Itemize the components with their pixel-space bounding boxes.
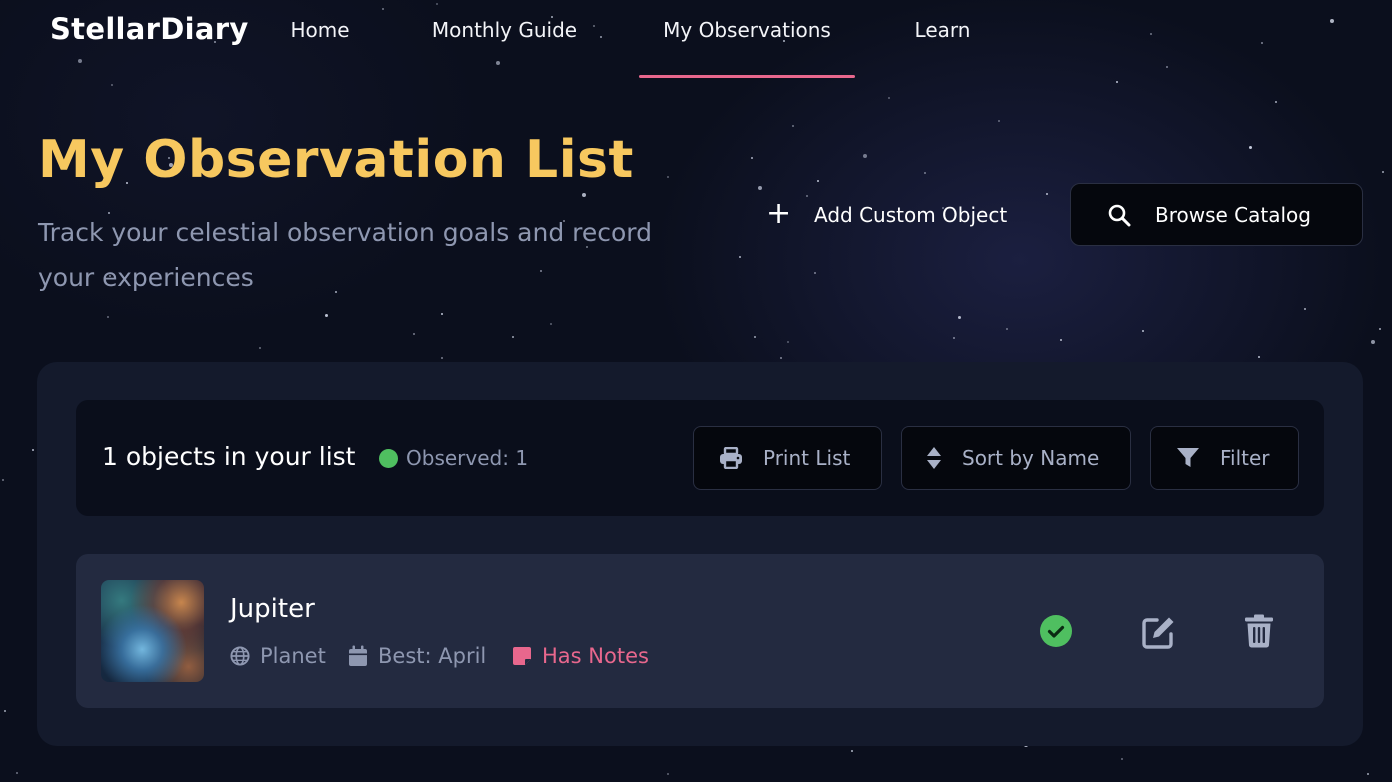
star [4, 710, 6, 712]
trash-icon [1245, 614, 1273, 648]
star [817, 180, 819, 182]
object-type: Planet [230, 644, 326, 668]
plus-icon: + [766, 196, 792, 231]
star [1046, 193, 1048, 195]
star [413, 333, 415, 335]
star [780, 357, 782, 359]
star [1121, 758, 1123, 760]
notes-indicator[interactable]: Has Notes [512, 644, 649, 668]
observed-count: Observed: 1 [379, 446, 528, 470]
page-subtitle: Track your celestial observation goals a… [38, 218, 653, 292]
check-circle-icon [1040, 615, 1072, 647]
nav-my-observations[interactable]: My Observations [639, 18, 855, 78]
star [441, 357, 443, 359]
object-count: 1 objects in your list [102, 442, 356, 471]
star [792, 125, 794, 127]
star [582, 193, 586, 197]
observed-status-dot [379, 448, 398, 468]
top-nav: StellarDiary Home Monthly Guide My Obser… [0, 0, 1392, 78]
star [111, 84, 113, 86]
star [32, 449, 34, 451]
star [1275, 101, 1277, 103]
star [512, 336, 514, 338]
object-type-label: Planet [260, 644, 326, 668]
star [863, 154, 867, 158]
star [441, 313, 443, 315]
star [1060, 339, 1062, 341]
star [851, 750, 853, 752]
logo[interactable]: StellarDiary [50, 12, 249, 46]
observation-list-panel: 1 objects in your list Observed: 1 Print… [37, 362, 1363, 746]
add-custom-object-label: Add Custom Object [814, 203, 1008, 227]
notes-label: Has Notes [542, 644, 649, 668]
star [1006, 328, 1008, 330]
best-month-label: Best: April [378, 644, 487, 668]
calendar-icon [349, 645, 367, 666]
mark-observed-button[interactable] [1040, 615, 1072, 652]
star [667, 773, 669, 775]
star [1304, 308, 1306, 310]
star [754, 336, 756, 338]
best-month: Best: April [348, 644, 486, 668]
star [888, 97, 890, 99]
globe-icon [230, 646, 250, 666]
star [814, 272, 816, 274]
page: StellarDiary Home Monthly Guide My Obser… [0, 0, 1392, 782]
search-icon [1108, 204, 1131, 226]
star [16, 772, 18, 774]
star [1142, 330, 1144, 332]
sort-by-name-button[interactable]: Sort by Name [901, 426, 1131, 490]
star [1116, 81, 1118, 83]
star [739, 256, 741, 258]
page-title: My Observation List [38, 130, 634, 190]
star [1382, 171, 1384, 173]
filter-label: Filter [1220, 446, 1270, 470]
observed-count-label: Observed: 1 [406, 446, 529, 470]
star [1258, 356, 1260, 358]
sort-by-name-label: Sort by Name [962, 446, 1100, 470]
print-list-button[interactable]: Print List [693, 426, 882, 490]
browse-catalog-button[interactable]: Browse Catalog [1070, 183, 1363, 246]
star [924, 172, 926, 174]
object-name: Jupiter [230, 594, 315, 624]
list-item[interactable]: Jupiter Planet Best: April Has Notes [76, 554, 1324, 708]
filter-button[interactable]: Filter [1150, 426, 1299, 490]
star [787, 341, 789, 343]
nav-monthly-guide[interactable]: Monthly Guide [428, 18, 581, 78]
star [2, 479, 4, 481]
add-custom-object-button[interactable]: + Add Custom Object [752, 184, 1042, 246]
print-list-label: Print List [763, 446, 851, 470]
star [107, 316, 109, 318]
edit-icon [1142, 617, 1174, 649]
sort-icon [927, 447, 941, 469]
printer-icon [720, 447, 742, 469]
list-toolbar: 1 objects in your list Observed: 1 Print… [76, 400, 1324, 516]
filter-icon [1177, 448, 1199, 467]
star [998, 120, 1000, 122]
star [953, 337, 955, 339]
star [958, 316, 961, 319]
nav-home[interactable]: Home [289, 18, 351, 78]
star [1367, 773, 1369, 775]
star [667, 176, 669, 178]
nav-learn[interactable]: Learn [913, 18, 972, 78]
star [1371, 340, 1375, 344]
star [751, 157, 753, 159]
delete-button[interactable] [1244, 614, 1274, 653]
star [259, 347, 261, 349]
object-thumbnail [101, 580, 204, 682]
sticky-note-icon [513, 647, 531, 665]
star [1379, 328, 1381, 330]
edit-button[interactable] [1142, 615, 1176, 654]
browse-catalog-label: Browse Catalog [1155, 202, 1311, 227]
star [550, 323, 552, 325]
star [325, 314, 328, 317]
star [1249, 146, 1252, 149]
